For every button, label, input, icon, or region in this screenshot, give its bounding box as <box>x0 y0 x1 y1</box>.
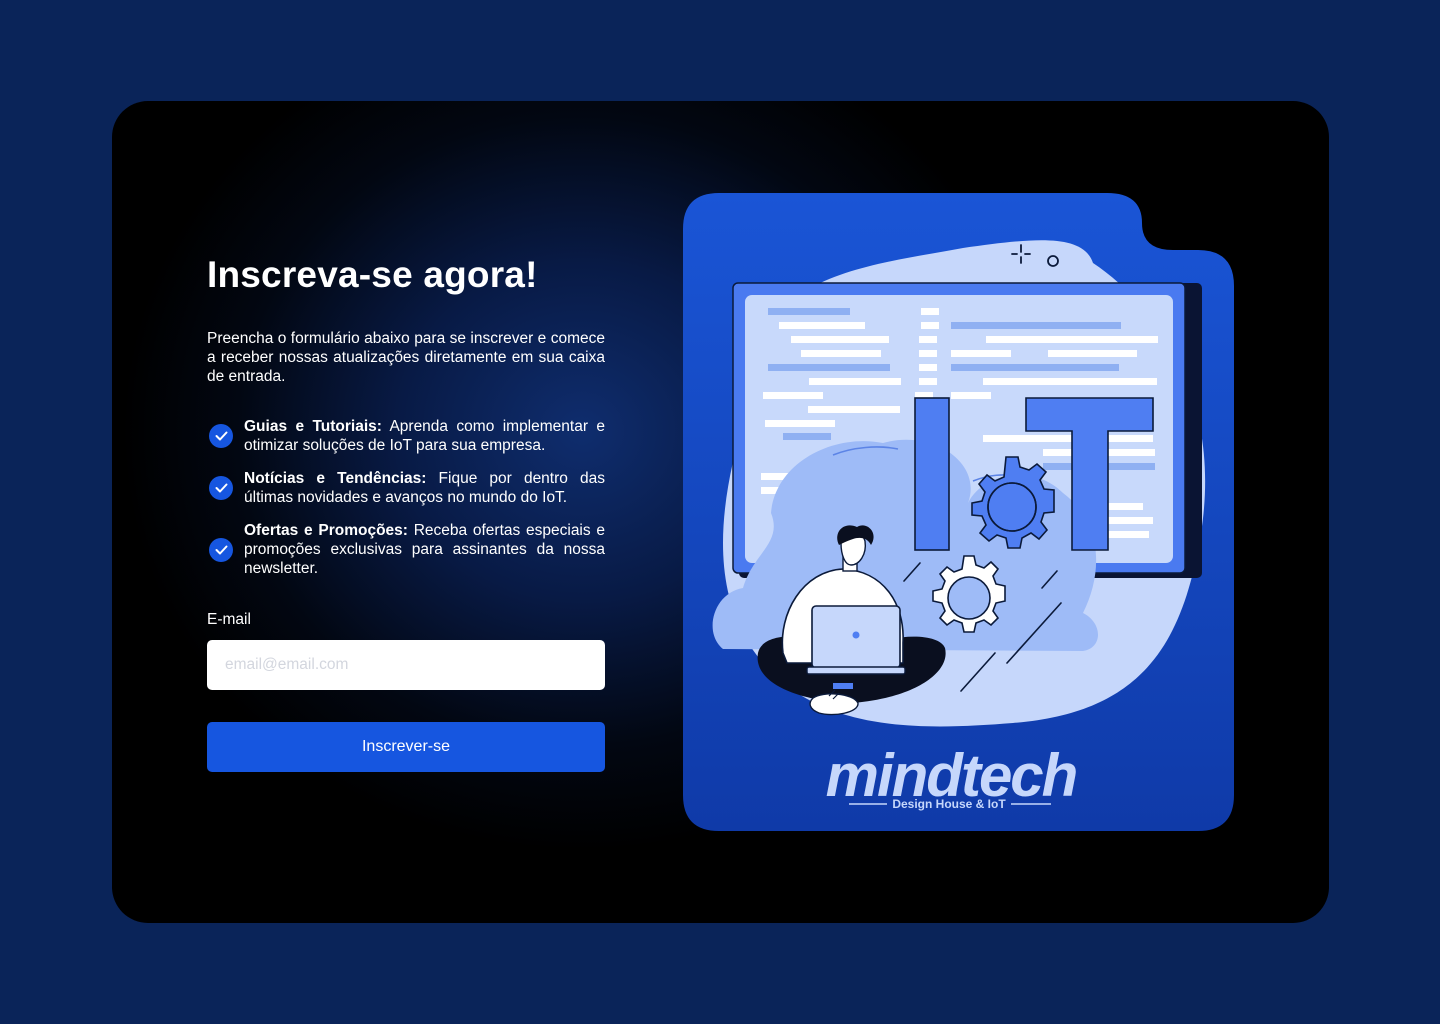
intro-text: Preencha o formulário abaixo para se ins… <box>207 330 605 385</box>
email-label: E-mail <box>207 611 251 628</box>
brand-tagline: Design House & IoT <box>892 797 1006 811</box>
benefit-item: Notícias e Tendências: Fique por dentro … <box>207 469 605 507</box>
check-circle-icon <box>209 424 233 448</box>
check-circle-icon <box>209 476 233 500</box>
benefit-title: Guias e Tutoriais: <box>244 418 382 435</box>
signup-card: Inscreva-se agora! Preencha o formulário… <box>112 101 1329 923</box>
page-title: Inscreva-se agora! <box>207 254 538 295</box>
benefit-item: Guias e Tutoriais: Aprenda como implemen… <box>207 417 605 455</box>
subscribe-button[interactable]: Inscrever-se <box>207 722 605 772</box>
benefit-item: Ofertas e Promoções: Receba ofertas espe… <box>207 521 605 578</box>
benefit-title: Notícias e Tendências: <box>244 470 427 487</box>
email-input[interactable] <box>207 640 605 690</box>
check-circle-icon <box>209 537 233 562</box>
iot-illustration: mindtech Design House & IoT <box>683 193 1234 831</box>
benefit-title: Ofertas e Promoções: <box>244 522 408 539</box>
benefits-list: Guias e Tutoriais: Aprenda como implemen… <box>207 417 605 578</box>
laptop-icon <box>806 605 906 675</box>
